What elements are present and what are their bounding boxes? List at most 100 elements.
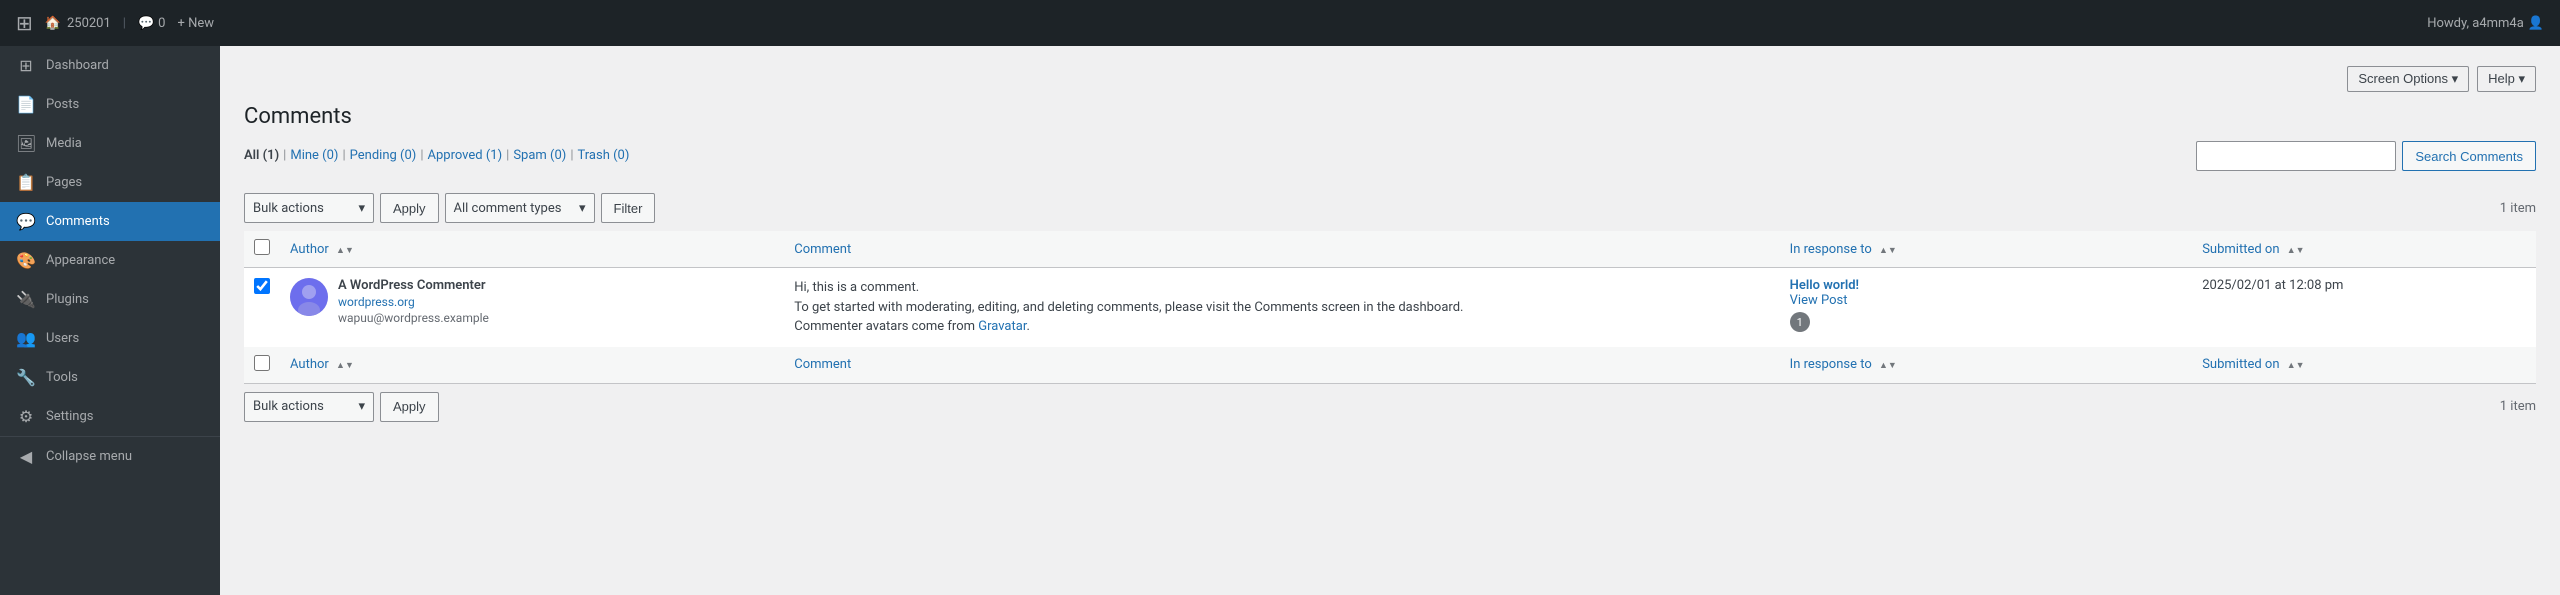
- author-avatar: [290, 278, 328, 316]
- settings-icon: ⚙: [16, 407, 36, 426]
- author-info: A WordPress Commenter wordpress.org wapu…: [338, 278, 489, 325]
- select-all-header: [244, 231, 280, 268]
- sidebar-item-media[interactable]: 🖼 Media: [0, 124, 220, 163]
- sidebar: ⊞ Dashboard 📄 Posts 🖼 Media 📋 Pages 💬 Co…: [0, 46, 220, 595]
- admin-bar-right: Howdy, a4mm4a 👤: [2427, 16, 2544, 31]
- plugins-icon: 🔌: [16, 290, 36, 309]
- author-footer-header[interactable]: Author ▲▼: [280, 347, 784, 384]
- posts-icon: 📄: [16, 95, 36, 114]
- view-post-link[interactable]: View Post: [1790, 293, 1848, 308]
- apply-button[interactable]: Apply: [380, 193, 439, 223]
- filter-all[interactable]: All (1): [244, 148, 279, 163]
- sidebar-item-label: Tools: [46, 370, 78, 385]
- chevron-down-icon: ▾: [579, 201, 586, 216]
- filter-trash[interactable]: Trash (0): [578, 148, 630, 163]
- sidebar-item-label: Media: [46, 136, 82, 151]
- filter-approved[interactable]: Approved (1): [428, 148, 503, 163]
- sidebar-item-pages[interactable]: 📋 Pages: [0, 163, 220, 202]
- sidebar-item-settings[interactable]: ⚙ Settings: [0, 397, 220, 436]
- sidebar-item-label: Appearance: [46, 253, 115, 268]
- select-all-footer-checkbox[interactable]: [254, 355, 270, 371]
- sort-arrows-author-footer: ▲▼: [336, 362, 354, 371]
- sidebar-item-users[interactable]: 👥 Users: [0, 319, 220, 358]
- chevron-down-icon: ▾: [358, 201, 365, 216]
- comment-line-1: Hi, this is a comment.: [794, 280, 919, 295]
- author-cell: A WordPress Commenter wordpress.org wapu…: [280, 268, 784, 347]
- howdy-text: Howdy, a4mm4a: [2427, 16, 2524, 31]
- select-all-footer: [244, 347, 280, 384]
- search-comments-button[interactable]: Search Comments: [2402, 141, 2536, 171]
- sidebar-item-label: Settings: [46, 409, 93, 424]
- sort-arrows-submitted: ▲▼: [2287, 247, 2305, 256]
- author-column-header[interactable]: Author ▲▼: [280, 231, 784, 268]
- sidebar-item-plugins[interactable]: 🔌 Plugins: [0, 280, 220, 319]
- filter-spam[interactable]: Spam (0): [513, 148, 566, 163]
- sort-arrows-submitted-footer: ▲▼: [2287, 362, 2305, 371]
- sidebar-item-appearance[interactable]: 🎨 Appearance: [0, 241, 220, 280]
- response-footer-header[interactable]: In response to ▲▼: [1780, 347, 2193, 384]
- wp-logo-icon[interactable]: ⊞: [16, 11, 33, 35]
- comment-text: Hi, this is a comment. To get started wi…: [794, 278, 1769, 337]
- filter-pending[interactable]: Pending (0): [350, 148, 417, 163]
- comment-footer-header: Comment: [784, 347, 1779, 384]
- item-count-top: 1 item: [2500, 201, 2536, 216]
- bottom-toolbar: Bulk actions ▾ Apply 1 item: [244, 392, 2536, 422]
- submitted-column-header[interactable]: Submitted on ▲▼: [2192, 231, 2536, 268]
- user-avatar[interactable]: 👤: [2528, 16, 2544, 31]
- users-icon: 👥: [16, 329, 36, 348]
- gravatar-link[interactable]: Gravatar: [978, 319, 1026, 334]
- collapse-menu-button[interactable]: ◀ Collapse menu: [0, 437, 220, 476]
- submitted-footer-header[interactable]: Submitted on ▲▼: [2192, 347, 2536, 384]
- author-url[interactable]: wordpress.org: [338, 295, 489, 309]
- site-name[interactable]: 🏠 250201: [45, 16, 111, 31]
- filter-mine[interactable]: Mine (0): [290, 148, 338, 163]
- screen-options-button[interactable]: Screen Options ▾: [2347, 66, 2469, 92]
- comment-type-filter[interactable]: All comment types ▾: [445, 193, 595, 223]
- bulk-actions-select[interactable]: Bulk actions ▾: [244, 193, 374, 223]
- comments-table: Author ▲▼ Comment In response to ▲▼ Subm…: [244, 231, 2536, 384]
- search-row: Search Comments: [2196, 141, 2536, 171]
- bottom-toolbar-left: Bulk actions ▾ Apply: [244, 392, 439, 422]
- filter-links: All (1) | Mine (0) | Pending (0) | Appro…: [244, 148, 629, 163]
- comment-column-header: Comment: [784, 231, 1779, 268]
- sidebar-item-label: Posts: [46, 97, 79, 112]
- sidebar-item-label: Pages: [46, 175, 82, 190]
- select-all-checkbox[interactable]: [254, 239, 270, 255]
- comments-count[interactable]: 💬 0: [138, 16, 166, 31]
- item-count-bottom: 1 item: [2500, 399, 2536, 414]
- appearance-icon: 🎨: [16, 251, 36, 270]
- comment-line-2: To get started with moderating, editing,…: [794, 300, 1463, 315]
- main-content: Screen Options ▾ Help ▾ Comments All (1)…: [220, 46, 2560, 595]
- submitted-date: 2025/02/01 at 12:08 pm: [2202, 278, 2343, 293]
- apply-bottom-button[interactable]: Apply: [380, 392, 439, 422]
- help-button[interactable]: Help ▾: [2477, 66, 2536, 92]
- comment-cell: Hi, this is a comment. To get started wi…: [784, 268, 1779, 347]
- row-checkbox-cell: [244, 268, 280, 347]
- bulk-actions-bottom-select[interactable]: Bulk actions ▾: [244, 392, 374, 422]
- response-title-link[interactable]: Hello world!: [1790, 278, 1859, 293]
- admin-bar: ⊞ 🏠 250201 | 💬 0 + New Howdy, a4mm4a 👤: [0, 0, 2560, 46]
- new-item-button[interactable]: + New: [177, 16, 214, 31]
- tools-icon: 🔧: [16, 368, 36, 387]
- pages-icon: 📋: [16, 173, 36, 192]
- response-badge: 1: [1790, 312, 1810, 332]
- table-row: A WordPress Commenter wordpress.org wapu…: [244, 268, 2536, 347]
- response-column-header[interactable]: In response to ▲▼: [1780, 231, 2193, 268]
- sort-arrows-response-footer: ▲▼: [1879, 362, 1897, 371]
- sidebar-item-posts[interactable]: 📄 Posts: [0, 85, 220, 124]
- sort-arrows-author: ▲▼: [336, 247, 354, 256]
- author-email[interactable]: wapuu@wordpress.example: [338, 311, 489, 325]
- page-title: Comments: [244, 104, 2536, 129]
- toolbar-left: Bulk actions ▾ Apply All comment types ▾…: [244, 193, 655, 223]
- search-input[interactable]: [2196, 141, 2396, 171]
- comment-icon: 💬: [138, 16, 154, 31]
- sidebar-item-comments[interactable]: 💬 Comments: [0, 202, 220, 241]
- sidebar-item-tools[interactable]: 🔧 Tools: [0, 358, 220, 397]
- comment-line-3-prefix: Commenter avatars come from: [794, 319, 978, 334]
- filter-button[interactable]: Filter: [601, 193, 656, 223]
- avatar-img: [290, 278, 328, 316]
- top-toolbar: Bulk actions ▾ Apply All comment types ▾…: [244, 193, 2536, 223]
- row-checkbox[interactable]: [254, 278, 270, 294]
- sidebar-item-dashboard[interactable]: ⊞ Dashboard: [0, 46, 220, 85]
- collapse-icon: ◀: [16, 447, 36, 466]
